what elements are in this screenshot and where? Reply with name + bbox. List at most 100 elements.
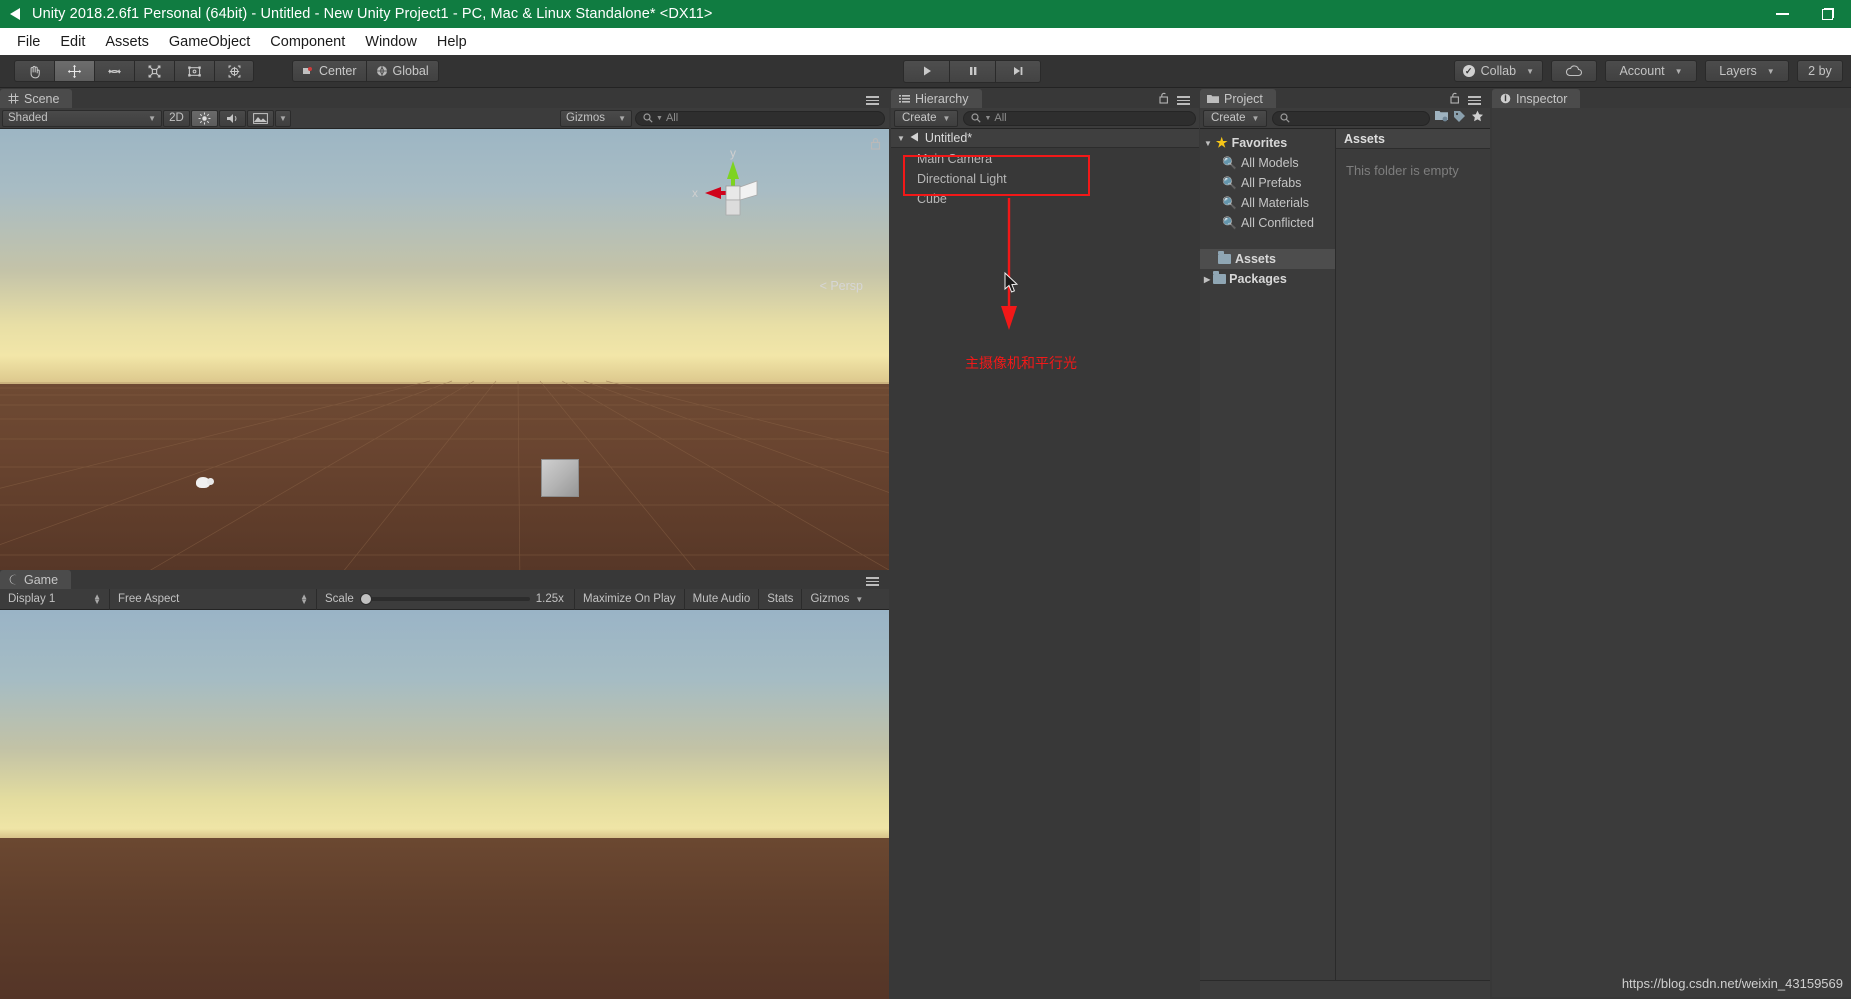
lock-icon[interactable] [870, 137, 881, 153]
tab-project-label: Project [1224, 91, 1263, 106]
search-icon: 🔍 [1222, 156, 1237, 170]
fx-toggle-button[interactable] [247, 109, 274, 127]
scene-fx-dropdown[interactable]: ▼ [275, 109, 291, 127]
unity-editor-window: Unity 2018.2.6f1 Personal (64bit) - Unti… [0, 0, 1851, 999]
tab-inspector[interactable]: Inspector [1492, 89, 1581, 108]
scale-knob[interactable] [359, 593, 372, 605]
hierarchy-scene-header[interactable]: ▼ Untitled* [891, 129, 1199, 148]
pause-button[interactable] [949, 59, 995, 83]
tab-game[interactable]: Game [0, 570, 72, 589]
chevron-right-icon[interactable]: ▶ [1204, 275, 1210, 284]
menu-help[interactable]: Help [427, 32, 477, 52]
scale-track[interactable] [359, 593, 530, 605]
stepper-icon: ▲ ▼ [93, 592, 101, 606]
move-tool-button[interactable] [54, 60, 94, 82]
project-folder-assets[interactable]: Assets [1200, 249, 1335, 269]
shading-mode-dropdown[interactable]: Shaded ▼ [2, 109, 162, 127]
hierarchy-lock-icon[interactable] [1159, 92, 1169, 107]
tab-hierarchy[interactable]: Hierarchy [891, 89, 982, 108]
hierarchy-search-input[interactable]: ▼ All [963, 110, 1196, 126]
tab-project[interactable]: Project [1200, 89, 1276, 108]
menu-component[interactable]: Component [260, 32, 355, 52]
project-search-input[interactable] [1272, 110, 1430, 126]
game-viewport[interactable] [0, 610, 889, 999]
hierarchy-options-icon[interactable] [1177, 96, 1190, 105]
audio-toggle-button[interactable] [219, 109, 246, 127]
scene-viewport[interactable]: < Persp y x [0, 129, 889, 588]
hierarchy-item-main-camera[interactable]: Main Camera [891, 149, 1199, 169]
display-dropdown[interactable]: Display 1 ▲ ▼ [0, 588, 110, 610]
tab-hierarchy-label: Hierarchy [915, 91, 969, 106]
favorite-all-materials[interactable]: 🔍 All Materials [1200, 193, 1335, 213]
search-by-favorite-icon[interactable] [1471, 109, 1484, 127]
favorites-label: Favorites [1231, 136, 1288, 150]
layers-label: Layers [1719, 64, 1757, 78]
project-folder-packages[interactable]: ▶ Packages [1200, 269, 1335, 289]
window-title: Unity 2018.2.6f1 Personal (64bit) - Unti… [32, 6, 713, 22]
transform-tool-group [14, 60, 254, 82]
chevron-down-icon[interactable]: ▼ [1204, 139, 1212, 148]
collab-button[interactable]: ✓ Collab ▼ [1453, 60, 1543, 82]
hierarchy-create-button[interactable]: Create ▼ [894, 109, 959, 127]
rotate-tool-button[interactable] [94, 60, 134, 82]
check-icon: ✓ [1462, 65, 1475, 77]
project-favorites-group[interactable]: ▼ ★ Favorites [1200, 133, 1335, 153]
minimize-button[interactable] [1759, 0, 1805, 28]
mute-audio-button[interactable]: Mute Audio [685, 588, 760, 610]
project-content[interactable]: Assets This folder is empty [1336, 129, 1490, 999]
transform-tool-button[interactable] [214, 60, 254, 82]
hierarchy-item-directional-light[interactable]: Directional Light [891, 169, 1199, 189]
star-icon: ★ [1215, 135, 1228, 150]
project-options-icon[interactable] [1468, 96, 1481, 105]
space-mode-button[interactable]: Global [365, 60, 439, 82]
scene-search-input[interactable]: ▼ All [635, 110, 885, 126]
scale-slider[interactable]: Scale 1.25x [317, 588, 575, 610]
directional-light-gizmo[interactable] [196, 477, 214, 488]
layout-button[interactable]: 2 by [1797, 60, 1843, 82]
search-by-label-icon[interactable] [1453, 109, 1466, 127]
cloud-button[interactable] [1551, 60, 1597, 82]
pivot-space-group: Center Global [292, 60, 439, 82]
gizmos-dropdown[interactable]: Gizmos ▼ [560, 109, 632, 127]
layers-button[interactable]: Layers ▼ [1705, 60, 1789, 82]
pivot-mode-button[interactable]: Center [292, 60, 366, 82]
account-button[interactable]: Account ▼ [1605, 60, 1697, 82]
stats-button[interactable]: Stats [759, 588, 803, 610]
scale-tool-button[interactable] [134, 60, 174, 82]
search-by-type-icon[interactable] [1435, 109, 1448, 127]
menu-edit[interactable]: Edit [50, 32, 95, 52]
project-folder-icon [1207, 93, 1219, 105]
project-create-button[interactable]: Create ▼ [1203, 109, 1268, 127]
title-bar: Unity 2018.2.6f1 Personal (64bit) - Unti… [0, 0, 1851, 28]
chevron-down-icon[interactable]: ▼ [897, 134, 905, 143]
tab-scene[interactable]: Scene [0, 89, 73, 108]
lighting-toggle-button[interactable] [191, 109, 218, 127]
favorite-all-conflicted[interactable]: 🔍 All Conflicted [1200, 213, 1335, 233]
hierarchy-scene-name: Untitled* [924, 131, 973, 145]
scene-tabbar: Scene [0, 89, 889, 108]
rect-tool-button[interactable] [174, 60, 214, 82]
aspect-dropdown[interactable]: Free Aspect ▲ ▼ [110, 588, 317, 610]
favorite-all-models[interactable]: 🔍 All Models [1200, 153, 1335, 173]
menu-assets[interactable]: Assets [95, 32, 159, 52]
favorite-all-prefabs[interactable]: 🔍 All Prefabs [1200, 173, 1335, 193]
playback-controls [903, 59, 1041, 83]
folder-label: Packages [1229, 272, 1287, 286]
favorite-label: All Models [1240, 156, 1299, 170]
game-options-icon[interactable] [866, 577, 879, 586]
svg-text:x: x [692, 186, 698, 200]
step-button[interactable] [995, 59, 1041, 83]
menu-window[interactable]: Window [355, 32, 427, 52]
project-lock-icon[interactable] [1450, 92, 1460, 107]
toggle-2d-button[interactable]: 2D [163, 109, 190, 127]
play-button[interactable] [903, 59, 949, 83]
chevron-down-icon: ▼ [148, 113, 156, 123]
menu-file[interactable]: File [7, 32, 50, 52]
hand-tool-button[interactable] [14, 60, 54, 82]
menu-gameobject[interactable]: GameObject [159, 32, 260, 52]
scene-options-icon[interactable] [866, 96, 879, 105]
maximize-on-play-button[interactable]: Maximize On Play [575, 588, 685, 610]
restore-button[interactable] [1805, 0, 1851, 28]
cube-object[interactable] [541, 459, 579, 497]
game-gizmos-button[interactable]: Gizmos ▼ [802, 589, 871, 610]
